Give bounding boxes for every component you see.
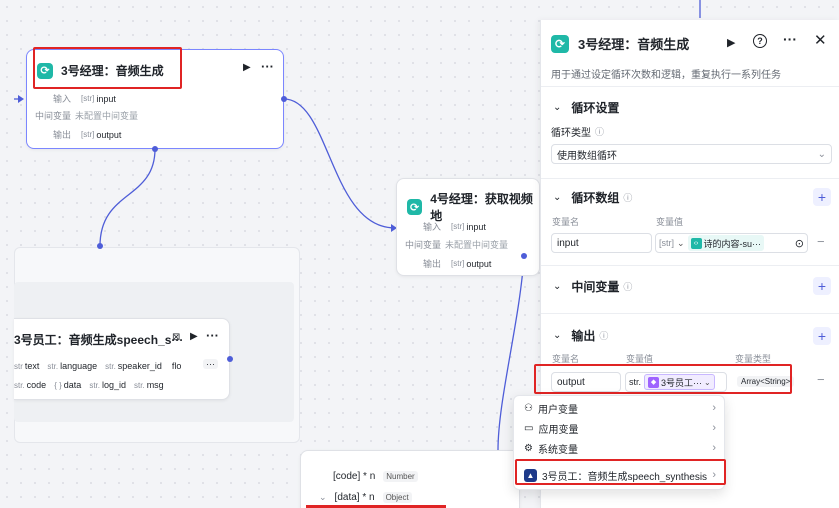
- info-icon: ⓘ: [599, 331, 609, 341]
- object-type-badge: Object: [382, 492, 412, 503]
- menu-item-system-vars[interactable]: ⚙ 系统变量 ›: [524, 439, 716, 457]
- info-icon: ⓘ: [623, 282, 633, 292]
- loop-settings-title: 循环设置: [571, 101, 620, 115]
- data-field: [data] * n: [334, 492, 375, 503]
- chevron-down-icon[interactable]: ⌄: [553, 102, 561, 113]
- panel-title: 3号经理：音频生成: [578, 37, 690, 52]
- remove-output-button[interactable]: −: [817, 372, 825, 387]
- chevron-right-icon: ›: [712, 402, 716, 414]
- more-icon[interactable]: ···: [261, 59, 274, 74]
- mid-var-label: 中间变量: [35, 111, 72, 121]
- highlight-menu-employee3: [515, 459, 726, 485]
- param-tag: str. language: [47, 361, 98, 371]
- loop-var-value-input[interactable]: [str] ⌄ ‹› 诗的内容-su··· ⊙: [655, 233, 808, 253]
- manager4-node[interactable]: ⟳ 4号经理：获取视频地 输入 [str] input 中间变量 未配置中间变量 …: [396, 178, 540, 276]
- gear-icon: ⚙: [524, 442, 533, 454]
- input-var: input: [96, 93, 116, 104]
- number-type-badge: Number: [383, 471, 418, 482]
- help-icon[interactable]: ?: [753, 34, 767, 48]
- var-name-header: 变量名: [552, 217, 580, 227]
- more-icon[interactable]: ···: [206, 328, 219, 343]
- output-handle[interactable]: [281, 96, 287, 102]
- chevron-down-icon[interactable]: ⌄: [677, 238, 685, 249]
- employee-node[interactable]: 3号员工：音频生成speech_s··· ⊠ ▶ ··· str text str.…: [14, 318, 230, 400]
- loop-type-select[interactable]: 使用数组循环 ⌄: [551, 144, 832, 164]
- var-value-header: 变量值: [656, 217, 684, 227]
- add-loop-array-button[interactable]: +: [813, 188, 831, 206]
- add-output-button[interactable]: +: [813, 327, 831, 345]
- panel-description: 用于通过设定循环次数和逻辑，重复执行一系列任务: [551, 70, 781, 81]
- remove-loop-var-button[interactable]: −: [817, 234, 825, 249]
- chevron-right-icon: ›: [712, 422, 716, 434]
- mid-var-value: 未配置中间变量: [75, 111, 139, 121]
- more-params-button[interactable]: ···: [203, 359, 218, 369]
- user-icon: ⚇: [524, 402, 533, 414]
- employee-output-handle[interactable]: [227, 356, 233, 362]
- code-icon: ‹›: [690, 237, 702, 249]
- highlight-manager3-title: [33, 47, 182, 89]
- chevron-down-icon[interactable]: ⌄: [553, 192, 561, 203]
- loop-body-handle[interactable]: [152, 146, 158, 152]
- param-tag: str. code: [14, 380, 47, 390]
- chevron-down-icon[interactable]: ⌄: [319, 492, 327, 503]
- menu-item-app-vars[interactable]: ▭ 应用变量 ›: [524, 419, 716, 437]
- output-section-title: 输出: [571, 329, 596, 343]
- loop-body-entry-handle[interactable]: [97, 243, 103, 249]
- highlight-output-row: [534, 364, 792, 394]
- bottom-node[interactable]: [code] * n Number ⌄ [data] * n Object: [300, 450, 520, 508]
- info-icon: ⓘ: [595, 127, 605, 137]
- loop-array-title: 循环数组: [571, 191, 620, 205]
- param-tag: str. speaker_id: [105, 361, 162, 371]
- param-tag: flo: [171, 361, 182, 371]
- output-var: output: [96, 129, 122, 140]
- run-icon[interactable]: ▶: [243, 62, 251, 73]
- param-tag: str. msg: [134, 380, 164, 390]
- chevron-down-icon: ⌄: [817, 148, 826, 160]
- run-icon[interactable]: ▶: [727, 36, 735, 49]
- run-icon[interactable]: ▶: [190, 331, 198, 342]
- manager4-node-title: 4号经理：获取视频地: [430, 192, 533, 223]
- menu-item-user-vars[interactable]: ⚇ 用户变量 ›: [524, 399, 716, 417]
- info-icon: ⓘ: [623, 193, 633, 203]
- loop-icon: ⟳: [407, 199, 423, 215]
- more-icon[interactable]: ···: [783, 31, 797, 47]
- chevron-down-icon[interactable]: ⌄: [553, 330, 561, 341]
- param-tag: str. log_id: [89, 380, 127, 390]
- target-icon[interactable]: ⊙: [795, 237, 804, 250]
- code-field: [code] * n: [333, 471, 376, 482]
- grid-icon[interactable]: ⊠: [172, 332, 180, 343]
- add-mid-var-button[interactable]: +: [813, 277, 831, 295]
- folder-icon: ▭: [524, 422, 534, 434]
- chevron-right-icon: ›: [712, 442, 716, 454]
- variable-reference-chip[interactable]: ‹› 诗的内容-su···: [687, 235, 765, 251]
- employee-node-title: 3号员工：音频生成speech_s···: [14, 333, 184, 347]
- chevron-down-icon[interactable]: ⌄: [553, 281, 561, 292]
- close-icon[interactable]: ✕: [814, 31, 827, 49]
- loop-type-label: 循环类型: [551, 128, 591, 139]
- param-tag: { } data: [54, 380, 82, 390]
- loop-var-name-input[interactable]: input: [551, 233, 652, 253]
- param-tag: str text: [14, 361, 40, 371]
- mid-vars-title: 中间变量: [571, 280, 620, 294]
- input-label: 输入: [53, 94, 72, 104]
- output-label: 输出: [53, 130, 72, 140]
- loop-icon: ⟳: [551, 34, 569, 53]
- manager4-output-handle[interactable]: [521, 253, 527, 259]
